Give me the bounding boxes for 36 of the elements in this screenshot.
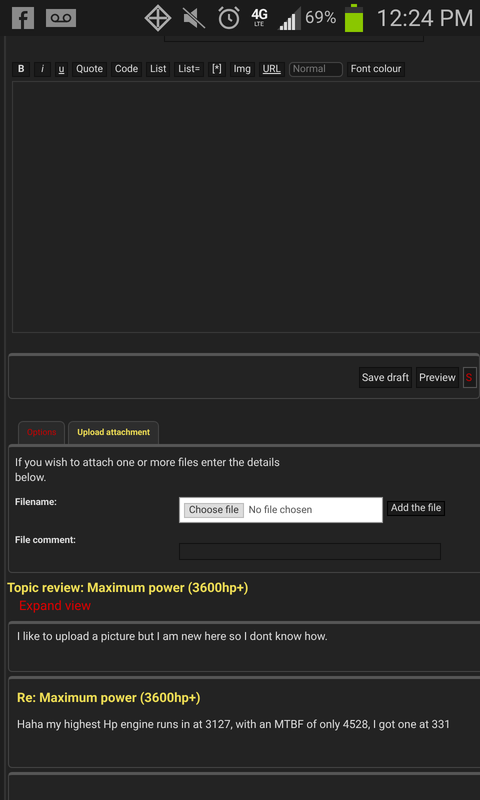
topic-review-heading: Topic review: Maximum power (3600hp+) [7,581,248,596]
format-button[interactable]: List= [174,62,204,77]
signal-icon [276,5,302,31]
voicemail-icon [46,9,76,27]
format-button[interactable]: [*] [208,62,226,77]
choose-file-button[interactable]: Choose file [184,502,244,518]
format-button[interactable]: B [12,62,30,77]
format-button[interactable]: Img [230,62,255,77]
post-text: Haha my highest Hp engine runs in at 3127, with an MTBF of only 4528, I got one at 331 [17,718,452,731]
format-button[interactable]: Font colour [346,62,406,77]
format-button[interactable]: Code [110,62,142,77]
clock-time: 12:24 PM [376,4,474,32]
muted-speaker-icon [181,5,208,31]
file-status: No file chosen [248,504,312,516]
attachment-instructions: If you wish to attach one or more files enter the details below. [15,455,281,485]
form-button[interactable]: Save draft [358,366,412,388]
filename-label: Filename: [15,497,58,508]
format-button[interactable]: Quote [72,62,107,77]
file-comment-label: File comment: [15,535,77,546]
add-file-button[interactable]: Add the file [387,501,446,516]
format-button[interactable]: u [54,62,68,77]
crosshair-icon [144,4,172,32]
format-button[interactable]: i [34,62,51,77]
post-title: Re: Maximum power (3600hp+) [17,691,202,706]
message-textarea[interactable] [12,81,480,333]
post-text: I like to upload a picture but I am new here so I dont know how. [17,630,329,643]
alarm-clock-icon [216,5,242,31]
tab[interactable]: Upload attachment [68,421,159,444]
format-button[interactable]: URL [258,62,285,77]
file-input[interactable]: Choose file No file chosen [179,497,383,523]
format-button[interactable]: List [146,62,170,77]
facebook-icon [12,7,34,29]
battery-icon [345,4,364,32]
font-size-select[interactable]: Normal [288,62,343,77]
form-button[interactable]: Preview [416,366,459,388]
battery-percentage: 69% [304,8,336,28]
